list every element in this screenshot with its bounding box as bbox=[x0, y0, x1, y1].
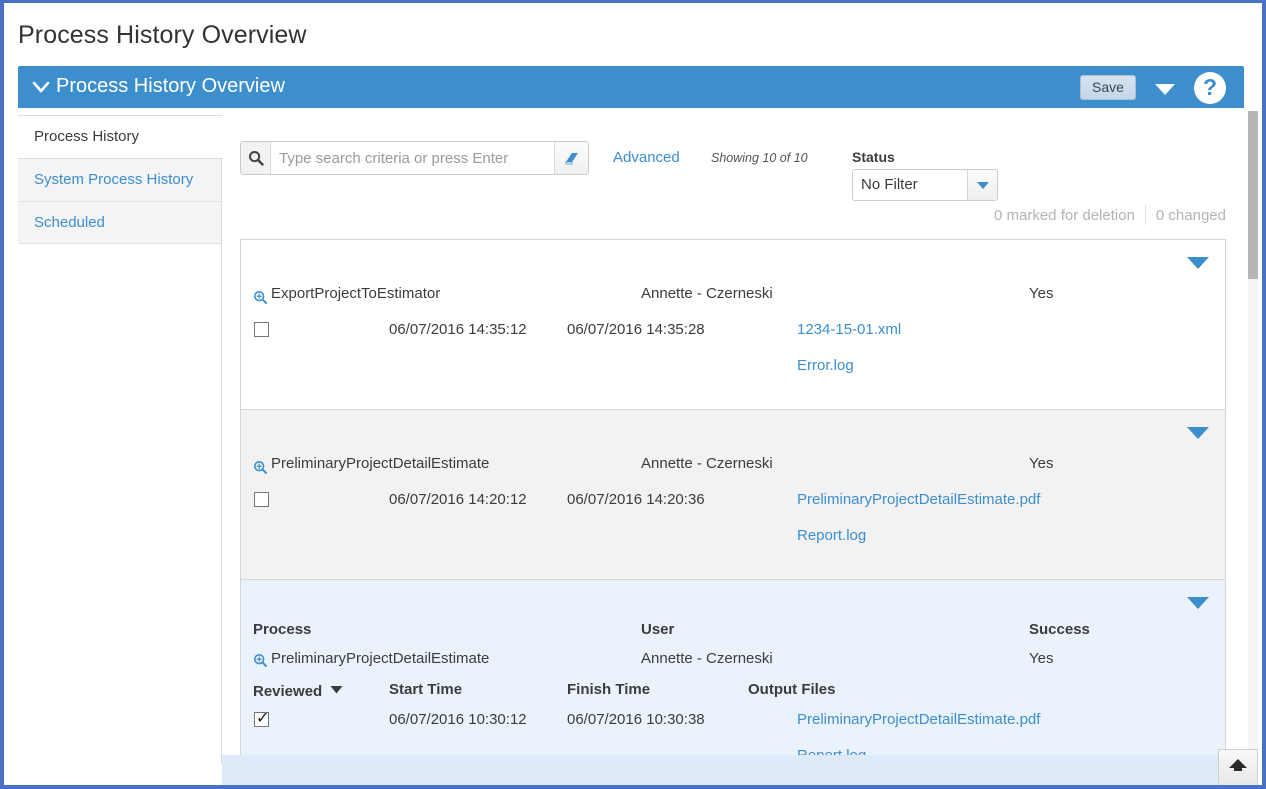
showing-count-text: Showing 10 of 10 bbox=[711, 151, 808, 165]
vertical-scrollbar-thumb[interactable] bbox=[1248, 111, 1258, 279]
reviewed-checkbox[interactable] bbox=[254, 492, 269, 507]
sidebar-item-process-history[interactable]: Process History bbox=[18, 115, 223, 159]
search-icon[interactable] bbox=[241, 142, 271, 174]
column-header-output-files: Output Files bbox=[748, 681, 836, 698]
output-file-link[interactable]: PreliminaryProjectDetailEstimate.pdf bbox=[797, 711, 1040, 728]
magnifier-icon[interactable] bbox=[253, 290, 268, 305]
column-header-user: User bbox=[641, 621, 675, 638]
output-file-link[interactable]: Report.log bbox=[797, 527, 866, 544]
output-file-link[interactable]: Error.log bbox=[797, 357, 854, 374]
cell-success: Yes bbox=[1029, 455, 1054, 472]
sidebar-item-scheduled[interactable]: Scheduled bbox=[18, 201, 222, 245]
divider bbox=[1144, 205, 1146, 225]
magnifier-icon[interactable] bbox=[253, 460, 268, 475]
status-filter-select[interactable]: No Filter bbox=[852, 169, 998, 201]
cell-user: Annette - Czerneski bbox=[641, 650, 773, 667]
cell-start-time: 06/07/2016 14:35:12 bbox=[389, 321, 527, 338]
column-header-process: Process bbox=[253, 621, 312, 638]
bottom-strip bbox=[222, 755, 1258, 785]
cell-process: PreliminaryProjectDetailEstimate bbox=[271, 650, 490, 667]
cell-start-time: 06/07/2016 14:20:12 bbox=[389, 491, 527, 508]
cell-finish-time: 06/07/2016 14:20:36 bbox=[567, 491, 705, 508]
table-row: PreliminaryProjectDetailEstimate Annette… bbox=[241, 410, 1225, 580]
records-list: ExportProjectToEstimator Annette - Czern… bbox=[240, 239, 1226, 764]
column-header-success: Success bbox=[1029, 621, 1090, 638]
help-button[interactable]: ? bbox=[1194, 72, 1226, 104]
status-filter-value: No Filter bbox=[861, 176, 918, 193]
sidebar-item-label: Process History bbox=[34, 128, 140, 145]
eraser-icon[interactable] bbox=[554, 142, 588, 174]
cell-process: PreliminaryProjectDetailEstimate bbox=[271, 455, 490, 472]
cell-success: Yes bbox=[1029, 650, 1054, 667]
chevron-down-icon bbox=[967, 170, 997, 200]
magnifier-icon[interactable] bbox=[253, 653, 268, 668]
column-header-finish-time: Finish Time bbox=[567, 681, 651, 698]
save-button[interactable]: Save bbox=[1080, 75, 1136, 100]
column-header-start-time: Start Time bbox=[389, 681, 463, 698]
cell-user: Annette - Czerneski bbox=[641, 285, 773, 302]
scroll-to-top-button[interactable] bbox=[1218, 749, 1258, 785]
search-group bbox=[240, 141, 589, 175]
sidebar-item-system-process-history[interactable]: System Process History bbox=[18, 158, 222, 202]
search-input[interactable] bbox=[271, 142, 554, 174]
row-expand-caret-icon[interactable] bbox=[1185, 594, 1211, 610]
status-filter-label: Status bbox=[852, 149, 895, 165]
column-header-reviewed-label: Reviewed bbox=[253, 683, 323, 700]
panel-header: Process History Overview Save ? bbox=[18, 66, 1244, 108]
reviewed-checkbox[interactable] bbox=[254, 322, 269, 337]
arrow-up-icon bbox=[1227, 757, 1249, 778]
cell-user: Annette - Czerneski bbox=[641, 455, 773, 472]
cell-process: ExportProjectToEstimator bbox=[271, 285, 441, 302]
sidebar-item-label: Scheduled bbox=[34, 213, 105, 231]
cell-finish-time: 06/07/2016 10:30:38 bbox=[567, 711, 705, 728]
panel-title: Process History Overview bbox=[56, 75, 285, 97]
advanced-search-link[interactable]: Advanced bbox=[613, 149, 680, 166]
column-header-reviewed[interactable]: Reviewed bbox=[253, 681, 343, 700]
cell-finish-time: 06/07/2016 14:35:28 bbox=[567, 321, 705, 338]
application-window: Process History Overview Process History… bbox=[0, 0, 1266, 789]
row-expand-caret-icon[interactable] bbox=[1185, 424, 1211, 440]
status-filter: Status No Filter bbox=[852, 149, 998, 201]
chevron-down-icon[interactable] bbox=[32, 79, 50, 95]
changed-count: 0 changed bbox=[1155, 206, 1226, 224]
cell-success: Yes bbox=[1029, 285, 1054, 302]
table-row: Process User Success PreliminaryProjectD… bbox=[241, 580, 1225, 764]
output-file-link[interactable]: PreliminaryProjectDetailEstimate.pdf bbox=[797, 491, 1040, 508]
cell-start-time: 06/07/2016 10:30:12 bbox=[389, 711, 527, 728]
sidebar-tabs: Process History System Process History S… bbox=[18, 115, 223, 245]
output-file-link[interactable]: 1234-15-01.xml bbox=[797, 321, 901, 338]
page-title: Process History Overview bbox=[18, 21, 307, 49]
checkmark-icon: ✓ bbox=[256, 708, 270, 727]
sort-descending-icon bbox=[330, 681, 343, 698]
caret-down-icon[interactable] bbox=[1152, 80, 1178, 96]
reviewed-checkbox[interactable]: ✓ bbox=[254, 708, 270, 727]
row-expand-caret-icon[interactable] bbox=[1185, 254, 1211, 270]
table-row: ExportProjectToEstimator Annette - Czern… bbox=[241, 240, 1225, 410]
record-status-bar: 0 marked for deletion 0 changed bbox=[994, 205, 1226, 225]
content-area: Advanced Showing 10 of 10 Status No Filt… bbox=[222, 115, 1244, 764]
marked-for-deletion-count: 0 marked for deletion bbox=[994, 206, 1135, 224]
sidebar-item-label: System Process History bbox=[34, 170, 194, 188]
